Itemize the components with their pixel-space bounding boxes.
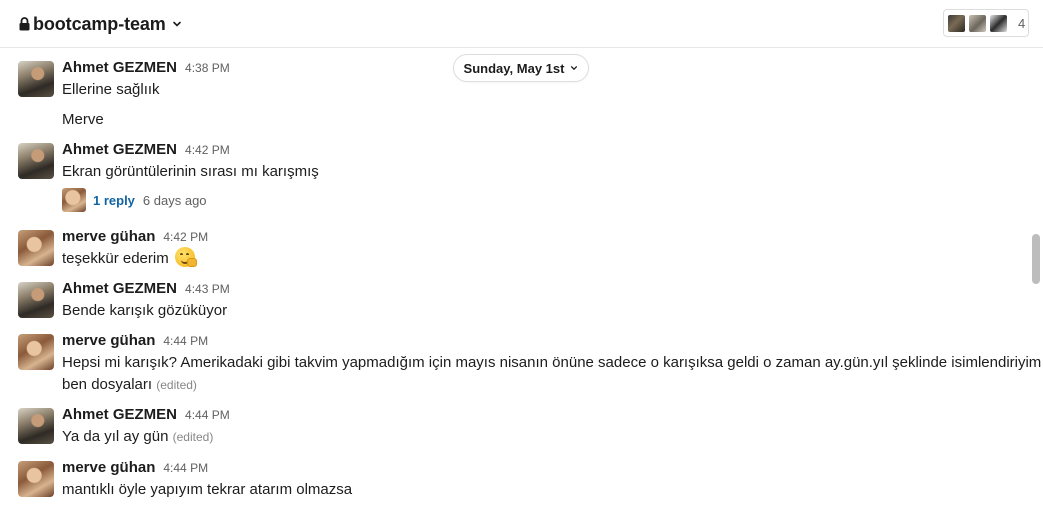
message-text: Ya da yıl ay gün [62,428,169,445]
avatar[interactable] [18,282,54,318]
vertical-scrollbar[interactable] [1032,234,1040,284]
member-count: 4 [1018,15,1026,31]
message-text: Ekran görüntülerinin sırası mı karışmış [62,163,319,180]
timestamp[interactable]: 4:44 PM [185,408,230,422]
edited-label: (edited) [172,430,214,444]
timestamp[interactable]: 4:38 PM [185,61,230,75]
timestamp[interactable]: 4:42 PM [163,230,208,244]
avatar[interactable] [18,461,54,497]
timestamp[interactable]: 4:44 PM [163,334,208,348]
avatar[interactable] [18,143,54,179]
members-button[interactable]: 4 [943,9,1029,37]
channel-header: bootcamp-team 4 [0,0,1043,48]
hugging-face-emoji-icon [174,247,197,267]
message-body: teşekkür ederim [62,247,197,270]
avatar[interactable] [18,61,54,97]
timestamp[interactable]: 4:42 PM [185,143,230,157]
author-name[interactable]: Ahmet GEZMEN [62,59,177,76]
thread-replies-link[interactable]: 1 reply 6 days ago [62,188,207,212]
date-divider-button[interactable]: Sunday, May 1st [453,54,589,82]
lock-icon [19,17,30,31]
message-body: ben dosyaları (edited) [62,374,197,396]
member-avatar [947,13,966,33]
message-text: teşekkür ederim [62,250,169,267]
member-avatar [968,13,987,33]
avatar[interactable] [18,408,54,444]
reply-count[interactable]: 1 reply [93,193,135,208]
author-name[interactable]: Ahmet GEZMEN [62,280,177,297]
message-text: mantıklı öyle yapıyım tekrar atarım olma… [62,481,353,498]
last-reply-time: 6 days ago [142,192,207,208]
author-name[interactable]: Ahmet GEZMEN [62,141,177,158]
message-text: Merve [62,111,104,128]
author-name[interactable]: merve gühan [62,332,155,349]
author-name[interactable]: Ahmet GEZMEN [62,406,177,423]
avatar[interactable] [18,334,54,370]
message-list: Ahmet GEZMEN 4:38 PM Ellerine sağlıık Me… [0,49,1041,507]
timestamp[interactable]: 4:43 PM [185,282,230,296]
message-text: Bende karışık gözüküyor [62,302,228,319]
chevron-down-icon [172,21,181,27]
date-label: Sunday, May 1st [463,60,565,76]
avatar[interactable] [18,230,54,266]
message-text: Ellerine sağlıık [62,81,160,98]
message-text: ben dosyaları [62,376,153,393]
edited-label: (edited) [156,378,197,392]
member-avatar [989,13,1008,33]
thread-participant-avatar [62,188,86,212]
author-name[interactable]: merve gühan [62,459,155,476]
timestamp[interactable]: 4:44 PM [163,461,208,475]
channel-title-button[interactable]: bootcamp-team [19,12,182,36]
message-body: Ya da yıl ay gün (edited) [62,426,213,448]
channel-name: bootcamp-team [33,13,166,34]
slack-channel-window: bootcamp-team 4 Ahmet GEZMEN 4:38 PM Ell… [0,0,1043,507]
author-name[interactable]: merve gühan [62,228,155,245]
message-text: Hepsi mi karışık? Amerikadaki gibi takvi… [62,354,1042,371]
chevron-down-icon [571,66,578,71]
